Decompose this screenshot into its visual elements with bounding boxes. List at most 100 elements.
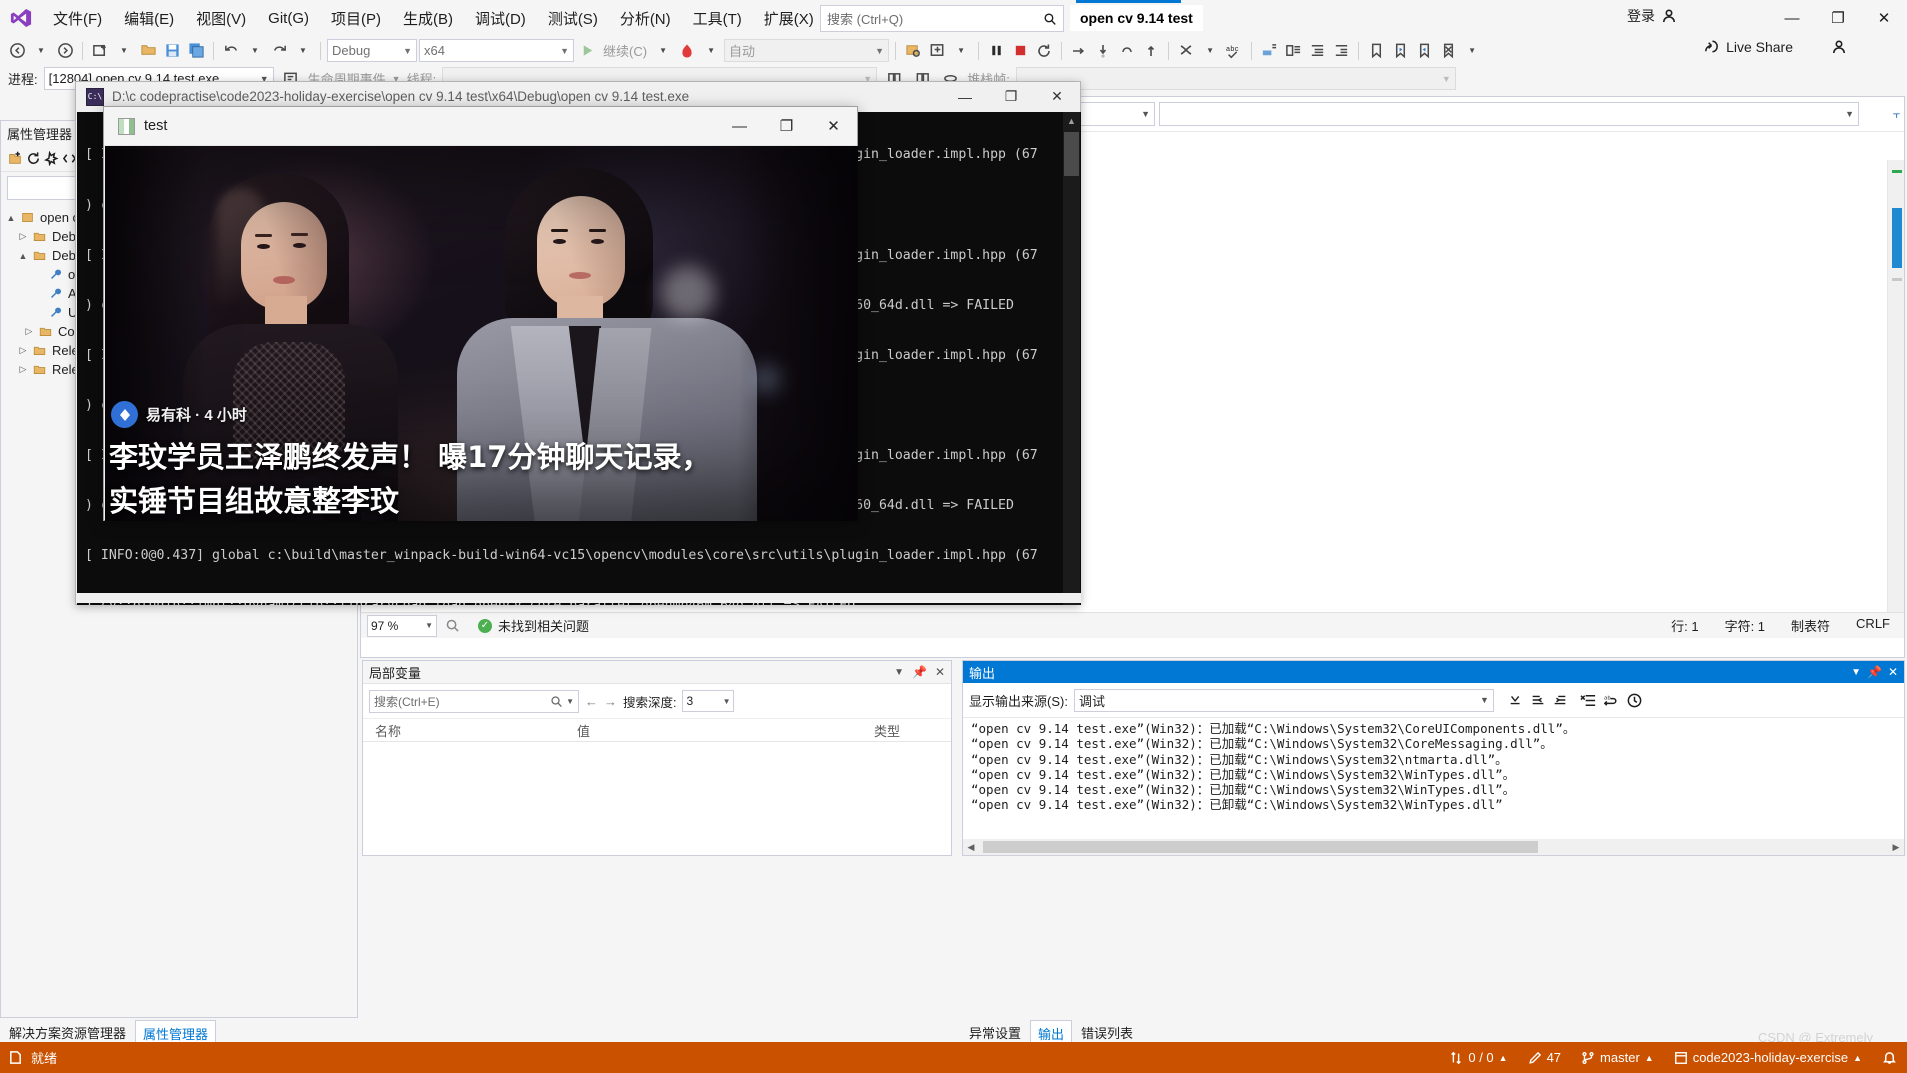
navigate-back-icon[interactable] (6, 40, 28, 62)
toolbar-overflow-icon[interactable]: ▼ (950, 40, 972, 62)
stop-debug-icon[interactable] (1009, 40, 1031, 62)
clear-all-icon[interactable] (1580, 692, 1597, 709)
menu-item-project[interactable]: 项目(P) (320, 2, 392, 35)
scroll-left-icon[interactable]: ◀ (963, 842, 979, 853)
scroll-up-icon[interactable]: ▲ (1063, 112, 1080, 129)
minimize-button[interactable]: — (1769, 0, 1815, 36)
refresh-icon[interactable] (26, 151, 41, 166)
redo-dropdown-icon[interactable]: ▼ (292, 40, 314, 62)
redo-icon[interactable] (268, 40, 290, 62)
spellcheck-icon[interactable]: abc (1223, 40, 1245, 62)
menu-item-edit[interactable]: 编辑(E) (113, 2, 185, 35)
menu-item-tools[interactable]: 工具(T) (682, 2, 753, 35)
comment-selection-icon[interactable] (1258, 40, 1280, 62)
locals-col-type[interactable]: 类型 (862, 721, 951, 740)
uncomment-selection-icon[interactable] (1282, 40, 1304, 62)
step-settings-icon[interactable] (926, 40, 948, 62)
close-icon[interactable]: ✕ (1888, 665, 1898, 679)
go-to-previous-icon[interactable] (1530, 692, 1546, 708)
image-minimize-button[interactable]: — (716, 107, 763, 145)
menu-item-file[interactable]: 文件(F) (42, 2, 113, 35)
hotreload-dropdown-icon[interactable]: ▼ (700, 40, 722, 62)
previous-bookmark-icon[interactable] (1389, 40, 1411, 62)
console-minimize-button[interactable]: — (942, 82, 988, 111)
close-button[interactable]: ✕ (1861, 0, 1907, 36)
save-all-icon[interactable] (185, 40, 207, 62)
editor-member-combo[interactable]: ▼ (1159, 102, 1859, 126)
issue-nav-icon[interactable] (445, 618, 460, 633)
pending-edits-status[interactable]: 47 (1528, 1050, 1561, 1065)
continue-label[interactable]: 继续(C) (600, 40, 650, 62)
auto-combo[interactable]: 自动 ▼ (724, 39, 890, 62)
toggle-timestamp-icon[interactable] (1626, 692, 1643, 709)
clear-bookmarks-icon[interactable] (1437, 40, 1459, 62)
split-editor-icon[interactable]: ⫟ (1893, 107, 1900, 122)
image-window-title-bar[interactable]: test — ❐ ✕ (104, 107, 857, 146)
source-sync-status[interactable]: 0 / 0 ▲ (1449, 1050, 1508, 1065)
solution-platform-combo[interactable]: x64 ▼ (419, 39, 574, 62)
branch-selector[interactable]: master ▲ (1581, 1050, 1654, 1065)
scroll-right-icon[interactable]: ▶ (1888, 842, 1904, 853)
pin-icon[interactable]: 📌 (1867, 665, 1882, 679)
output-log[interactable]: “open cv 9.14 test.exe”(Win32)：已加载“C:\Wi… (963, 718, 1904, 837)
solution-configuration-combo[interactable]: Debug ▼ (327, 39, 417, 62)
thread-view-icon[interactable] (1175, 40, 1197, 62)
expander-icon[interactable]: ▷ (23, 326, 35, 337)
chevron-down-icon[interactable]: ▼ (566, 697, 574, 706)
pause-icon[interactable] (985, 40, 1007, 62)
go-to-next-icon[interactable] (1552, 692, 1568, 708)
sign-in-control[interactable]: 登录 (1627, 6, 1677, 26)
bookmark-icon[interactable] (1365, 40, 1387, 62)
console-maximize-button[interactable]: ❐ (988, 82, 1034, 111)
toggle-word-wrap-icon[interactable]: ab (1603, 692, 1620, 709)
hot-reload-icon[interactable] (676, 40, 698, 62)
continue-dropdown-icon[interactable]: ▼ (652, 40, 674, 62)
menu-item-view[interactable]: 视图(V) (185, 2, 257, 35)
menu-item-build[interactable]: 生成(B) (392, 2, 464, 35)
expander-icon[interactable]: ▲ (17, 251, 29, 261)
save-icon[interactable] (161, 40, 183, 62)
menu-item-test[interactable]: 测试(S) (537, 2, 609, 35)
new-dropdown-icon[interactable]: ▼ (113, 40, 135, 62)
panel-menu-icon[interactable]: ▼ (894, 667, 904, 678)
attach-process-icon[interactable] (902, 40, 924, 62)
live-share-control[interactable]: Live Share (1703, 38, 1847, 55)
repository-selector[interactable]: code2023-holiday-exercise ▲ (1674, 1050, 1862, 1065)
expander-icon[interactable]: ▷ (17, 364, 29, 375)
toolbar-overflow-2-icon[interactable]: ▼ (1461, 40, 1483, 62)
image-maximize-button[interactable]: ❐ (763, 107, 810, 145)
thread-dropdown-icon[interactable]: ▼ (1199, 40, 1221, 62)
image-display-window[interactable]: test — ❐ ✕ 易有科 · 4 小时 李玟学员王泽鹏终发声！ 曝17分钟聊… (103, 106, 858, 521)
panel-menu-icon[interactable]: ▼ (1851, 667, 1861, 678)
global-search-box[interactable]: 搜索 (Ctrl+Q) (820, 5, 1064, 32)
console-resize-grip[interactable] (77, 593, 1081, 603)
menu-item-analyze[interactable]: 分析(N) (609, 2, 682, 35)
expander-icon[interactable]: ▷ (17, 231, 29, 242)
console-close-button[interactable]: ✕ (1034, 82, 1080, 111)
start-debug-icon[interactable] (576, 40, 598, 62)
locals-col-value[interactable]: 值 (565, 721, 862, 740)
menu-item-debug[interactable]: 调试(D) (464, 2, 537, 35)
notifications-button[interactable] (1882, 1050, 1897, 1065)
add-property-sheet-icon[interactable] (7, 150, 23, 166)
zoom-combo[interactable]: 97 % ▼ (367, 614, 437, 637)
properties-icon[interactable] (44, 150, 59, 166)
next-bookmark-icon[interactable] (1413, 40, 1435, 62)
locals-search-input[interactable]: 搜索(Ctrl+E) ▼ (369, 689, 579, 713)
image-close-button[interactable]: ✕ (810, 107, 857, 145)
output-source-combo[interactable]: 调试 ▼ (1073, 688, 1494, 712)
next-match-icon[interactable]: → (604, 694, 617, 709)
previous-match-icon[interactable]: ← (585, 694, 598, 709)
restart-icon[interactable] (1033, 40, 1055, 62)
undo-icon[interactable] (220, 40, 242, 62)
back-dropdown-icon[interactable]: ▼ (30, 40, 52, 62)
expander-icon[interactable]: ▷ (17, 345, 29, 356)
new-project-icon[interactable] (89, 40, 111, 62)
output-horizontal-scrollbar[interactable]: ◀ ▶ (963, 839, 1904, 855)
undo-dropdown-icon[interactable]: ▼ (244, 40, 266, 62)
scrollbar-thumb[interactable] (983, 841, 1538, 853)
menu-item-git[interactable]: Git(G) (257, 4, 320, 33)
pin-icon[interactable]: 📌 (912, 665, 927, 679)
locals-depth-combo[interactable]: 3 ▼ (682, 690, 735, 712)
expander-icon[interactable]: ▲ (5, 213, 17, 223)
